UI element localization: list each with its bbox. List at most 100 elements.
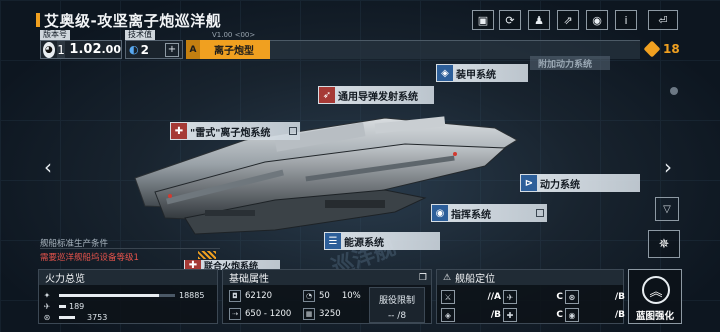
system-command[interactable]: ◉ 指挥系统 bbox=[431, 204, 547, 222]
attr-armor-pct: 10% bbox=[341, 291, 361, 301]
system-power[interactable]: ⊳ 动力系统 bbox=[520, 174, 640, 192]
production-warning: 需要巡洋舰船坞设备等级1 bbox=[40, 253, 139, 263]
back-icon: ⏎ bbox=[658, 13, 668, 27]
storage-icon: ▦ bbox=[303, 308, 315, 320]
missile-icon: ➶ bbox=[319, 87, 335, 103]
version-box[interactable]: ◕ 1 1.02 .00 bbox=[40, 40, 122, 59]
armor-icon: ◔ bbox=[303, 290, 315, 302]
attributes-title-text: 基础属性 bbox=[229, 274, 269, 285]
firepower-title: 火力总览 bbox=[39, 270, 217, 285]
eye-icon: ◉ bbox=[592, 13, 602, 27]
position-cell: ⊛ /B bbox=[565, 289, 627, 305]
indicator-dot bbox=[670, 87, 678, 95]
tech-label: 技术值 bbox=[125, 30, 155, 40]
firepower-air-icon: ✈ bbox=[43, 301, 51, 311]
system-missile[interactable]: ➶ 通用导弹发射系统 bbox=[318, 86, 434, 104]
weapon-type-letter: A bbox=[186, 40, 200, 59]
engine-icon: ⊳ bbox=[521, 175, 537, 191]
attr-speed: ⇢ 650 - 1200 bbox=[229, 308, 291, 320]
version-minor: 1.02 bbox=[69, 42, 102, 57]
position-cell: ✚ C bbox=[503, 307, 565, 323]
version-label: 版本号 bbox=[40, 30, 70, 40]
system-power-label: 动力系统 bbox=[540, 179, 580, 191]
system-energy[interactable]: ☰ 能源系统 bbox=[324, 232, 440, 250]
firepower-value: 3753 bbox=[87, 312, 108, 322]
cannon-icon: ✚ bbox=[171, 123, 187, 139]
slot-corner bbox=[289, 127, 297, 135]
cost-icon bbox=[643, 40, 661, 58]
share-button[interactable]: ⇗ bbox=[557, 10, 579, 30]
energy-icon: ☰ bbox=[325, 233, 341, 249]
weapon-type-label: 离子炮型 bbox=[214, 46, 254, 57]
tech-plus-button[interactable]: + bbox=[165, 42, 179, 57]
system-energy-label: 能源系统 bbox=[344, 237, 384, 249]
image-button[interactable]: ▣ bbox=[472, 10, 494, 30]
cost-value: 18 bbox=[663, 42, 680, 56]
speed-icon: ⇢ bbox=[229, 308, 241, 320]
service-limit-value: -- /8 bbox=[387, 311, 407, 321]
attr-storage: ▦ 3250 bbox=[303, 308, 341, 320]
role-scout-icon: ◉ bbox=[565, 308, 579, 322]
prev-ship-arrow[interactable]: ‹ bbox=[44, 155, 52, 179]
firepower-bar bbox=[59, 316, 175, 319]
system-command-label: 指挥系统 bbox=[451, 209, 491, 221]
version-major: 1 bbox=[56, 41, 66, 58]
service-limit: 服役限制 -- /8 bbox=[369, 287, 425, 323]
system-extra-power[interactable]: 附加动力系统 bbox=[530, 56, 610, 70]
page-title: 艾奥级-攻坚离子炮巡洋舰 bbox=[44, 12, 222, 30]
position-grade: C bbox=[556, 292, 563, 302]
refresh-button[interactable]: ⟳ bbox=[499, 10, 521, 30]
firepower-value: 189 bbox=[69, 301, 85, 311]
view-button[interactable]: ◉ bbox=[586, 10, 608, 30]
tech-icon: ◐ bbox=[129, 43, 139, 56]
copy-icon[interactable]: ❐ bbox=[419, 273, 427, 283]
info-icon: i bbox=[624, 13, 628, 27]
firepower-bar bbox=[59, 294, 175, 297]
system-ion-label: "雷式"离子炮系统 bbox=[190, 127, 271, 139]
tech-value: 2 bbox=[140, 42, 149, 57]
firepower-ship-icon: ✦ bbox=[43, 290, 51, 300]
hangar-screen: 巡洋舰 艾奥级-攻坚离子炮巡洋舰 ▣ ⟳ ♟ ⇗ ◉ i ⏎ 版本号 技术值 V… bbox=[0, 0, 720, 332]
system-armor[interactable]: ◈ 装甲系统 bbox=[436, 64, 528, 82]
back-button[interactable]: ⏎ bbox=[648, 10, 678, 30]
production-divider bbox=[40, 248, 220, 249]
attr-speed-value: 650 - 1200 bbox=[245, 309, 292, 319]
system-ion-cannon[interactable]: ✚ "雷式"离子炮系统 bbox=[170, 122, 300, 140]
share-icon: ⇗ bbox=[563, 13, 573, 27]
attr-armor: ◔ 50 10% bbox=[303, 290, 361, 302]
system-extra-label: 附加动力系统 bbox=[538, 59, 593, 70]
system-missile-label: 通用导弹发射系统 bbox=[338, 91, 418, 103]
positioning-title: ⚠ 舰船定位 bbox=[437, 270, 623, 285]
attr-hp-value: 62120 bbox=[245, 291, 273, 301]
firepower-panel: 火力总览 ✦ 18885 ✈ 189 ⊛ 3753 bbox=[38, 269, 218, 324]
role-assault-icon: ⚔ bbox=[441, 290, 455, 304]
firepower-bar-fill bbox=[59, 316, 76, 319]
role-defense-icon: ◈ bbox=[441, 308, 455, 322]
version-icon: ◕ bbox=[43, 41, 55, 58]
blueprint-enhance-button[interactable]: ︽ 蓝图强化 bbox=[628, 269, 682, 324]
warning-stripe bbox=[198, 251, 216, 259]
info-button[interactable]: i bbox=[615, 10, 637, 30]
attr-storage-value: 3250 bbox=[319, 309, 341, 319]
position-grade: //A bbox=[487, 292, 501, 302]
role-support-icon: ✚ bbox=[503, 308, 517, 322]
person-button[interactable]: ♟ bbox=[528, 10, 550, 30]
image-icon: ▣ bbox=[477, 13, 489, 27]
next-ship-arrow[interactable]: › bbox=[664, 155, 672, 179]
tech-box[interactable]: ◐ 2 + bbox=[125, 40, 183, 59]
collapse-button[interactable]: ▽ bbox=[655, 197, 679, 221]
firepower-bar-fill bbox=[59, 294, 159, 297]
triangle-down-icon: ▽ bbox=[663, 203, 671, 215]
shield-icon: ◈ bbox=[437, 65, 453, 81]
weapon-type-badge[interactable]: A 离子炮型 bbox=[186, 40, 270, 59]
position-grade: /B bbox=[614, 310, 625, 320]
title-accent bbox=[36, 13, 40, 27]
role-siege-icon: ⊛ bbox=[565, 290, 579, 304]
position-cell: ⚔ //A bbox=[441, 289, 503, 305]
slot-corner bbox=[536, 209, 544, 217]
person-icon: ♟ bbox=[534, 13, 544, 27]
firepower-siege-icon: ⊛ bbox=[43, 312, 51, 322]
favorite-button[interactable]: ✵ bbox=[648, 230, 680, 258]
version-small: V1.00 <00> bbox=[212, 31, 256, 39]
hp-icon: ◘ bbox=[229, 290, 241, 302]
